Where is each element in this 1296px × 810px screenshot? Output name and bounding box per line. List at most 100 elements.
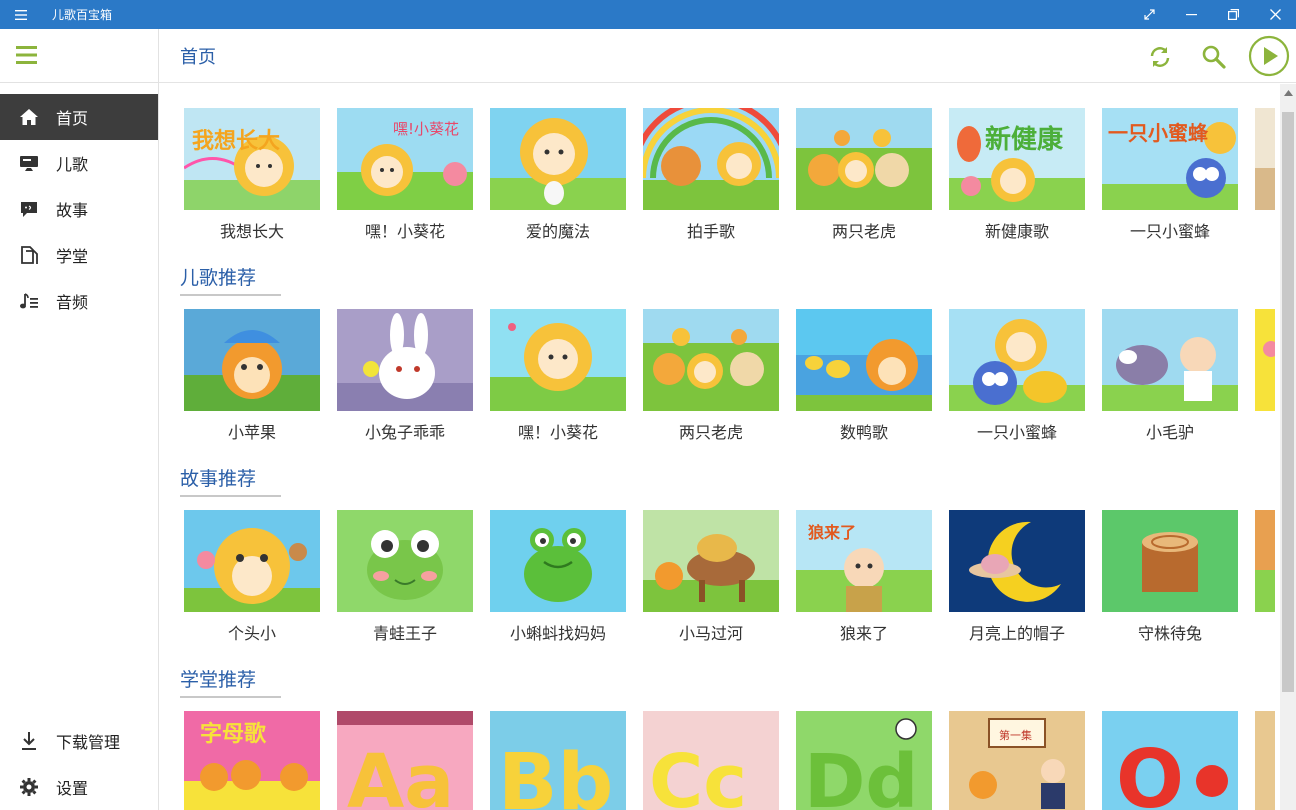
video-card[interactable]: 守株待兔 (1102, 510, 1238, 644)
video-thumbnail[interactable] (490, 108, 626, 210)
video-thumbnail[interactable] (1102, 309, 1238, 411)
video-card[interactable]: 一只小蜜蜂 (949, 309, 1085, 443)
video-card[interactable]: 狼来了 狼来了 (796, 510, 932, 644)
video-thumbnail[interactable] (1255, 510, 1275, 612)
video-card[interactable]: 小兔子乖乖 (337, 309, 473, 443)
video-card[interactable]: 第一集 (949, 711, 1085, 810)
video-card-partial[interactable] (1255, 309, 1275, 411)
sidebar-item-label: 设置 (56, 779, 89, 798)
video-thumbnail[interactable] (1102, 510, 1238, 612)
video-card[interactable]: 个头小 (184, 510, 320, 644)
video-thumbnail[interactable]: 新健康 (949, 108, 1085, 210)
video-card[interactable]: 小苹果 (184, 309, 320, 443)
video-card[interactable]: 数鸭歌 (796, 309, 932, 443)
video-thumbnail[interactable] (949, 309, 1085, 411)
fullscreen-icon[interactable] (1128, 0, 1170, 29)
video-card[interactable]: 小马过河 (643, 510, 779, 644)
video-card[interactable]: Dd (796, 711, 932, 810)
video-card[interactable]: 新健康 新健康歌 (949, 108, 1085, 242)
sidebar-item-songs[interactable]: 儿歌 (0, 140, 158, 186)
search-icon[interactable] (1200, 43, 1228, 71)
video-title: 嘿！小葵花 (364, 222, 445, 241)
video-thumbnail[interactable] (796, 108, 932, 210)
video-thumbnail[interactable]: 第一集 (949, 711, 1085, 810)
svg-text:Aa: Aa (347, 739, 454, 810)
video-title: 一只小蜜蜂 (976, 423, 1057, 442)
scroll-up-icon[interactable] (1280, 84, 1296, 102)
video-card[interactable]: 字母歌 (184, 711, 320, 810)
video-thumbnail[interactable]: 嘿!小葵花 (337, 108, 473, 210)
window-menu-icon[interactable] (0, 0, 42, 29)
video-card[interactable]: 爱的魔法 (490, 108, 626, 242)
scrollbar-thumb[interactable] (1282, 112, 1294, 692)
section-title-school: 学堂推荐 (180, 665, 281, 698)
video-thumbnail[interactable]: Dd (796, 711, 932, 810)
video-card[interactable]: Bb (490, 711, 626, 810)
video-thumbnail[interactable] (184, 510, 320, 612)
sidebar-item-school[interactable]: 学堂 (0, 232, 158, 278)
video-card-partial[interactable] (1255, 510, 1275, 612)
video-card[interactable]: 小毛驴 (1102, 309, 1238, 443)
video-thumbnail[interactable] (643, 309, 779, 411)
video-title: 新健康歌 (984, 222, 1049, 241)
video-card[interactable]: 两只老虎 (796, 108, 932, 242)
monitor-icon (18, 152, 40, 174)
video-thumbnail[interactable]: 字母歌 (184, 711, 320, 810)
video-thumbnail[interactable]: Bb (490, 711, 626, 810)
video-card[interactable]: 小蝌蚪找妈妈 (490, 510, 626, 644)
video-thumbnail[interactable]: 我想长大 (184, 108, 320, 210)
hamburger-icon[interactable] (16, 45, 38, 67)
restore-icon[interactable] (1212, 0, 1254, 29)
video-thumbnail[interactable] (643, 510, 779, 612)
video-thumbnail[interactable] (184, 309, 320, 411)
video-thumbnail[interactable] (796, 309, 932, 411)
video-card-partial[interactable] (1255, 711, 1275, 810)
svg-text:字母歌: 字母歌 (200, 721, 267, 747)
video-thumbnail[interactable]: O (1102, 711, 1238, 810)
video-card[interactable]: Cc (643, 711, 779, 810)
sidebar-item-stories[interactable]: 故事 (0, 186, 158, 232)
video-thumbnail[interactable] (1255, 711, 1275, 810)
minimize-icon[interactable] (1170, 0, 1212, 29)
video-title: 嘿！小葵花 (517, 423, 598, 442)
close-icon[interactable] (1254, 0, 1296, 29)
video-card[interactable]: 一只小蜜蜂 一只小蜜蜂 (1102, 108, 1238, 242)
video-thumbnail[interactable] (1255, 309, 1275, 411)
video-card[interactable]: O (1102, 711, 1238, 810)
video-title: 个头小 (227, 624, 276, 643)
video-thumbnail[interactable] (643, 108, 779, 210)
video-card[interactable]: 嘿!小葵花 嘿！小葵花 (337, 108, 473, 242)
video-card[interactable]: 嘿！小葵花 (490, 309, 626, 443)
play-icon[interactable] (1248, 35, 1290, 77)
video-thumbnail[interactable]: 一只小蜜蜂 (1102, 108, 1238, 210)
video-card[interactable]: 青蛙王子 (337, 510, 473, 644)
refresh-icon[interactable] (1146, 43, 1174, 71)
video-thumbnail[interactable] (949, 510, 1085, 612)
video-title: 数鸭歌 (839, 423, 888, 442)
video-title: 守株待兔 (1137, 624, 1202, 643)
sidebar-item-downloads[interactable]: 下载管理 (0, 718, 158, 764)
vertical-scrollbar[interactable] (1280, 84, 1296, 810)
video-title: 我想长大 (219, 222, 284, 241)
video-thumbnail[interactable]: 狼来了 (796, 510, 932, 612)
video-thumbnail[interactable]: Cc (643, 711, 779, 810)
video-thumbnail[interactable] (490, 510, 626, 612)
video-thumbnail[interactable] (337, 309, 473, 411)
sidebar-item-settings[interactable]: 设置 (0, 764, 158, 810)
video-card[interactable]: 月亮上的帽子 (949, 510, 1085, 644)
sidebar: 首页 儿歌 故事 学堂 音频 下载管理 设置 (0, 29, 159, 810)
video-card-partial[interactable] (1255, 108, 1275, 210)
svg-text:一只小蜜蜂: 一只小蜜蜂 (1108, 121, 1209, 145)
sidebar-item-label: 音频 (56, 293, 89, 312)
video-card[interactable]: Aa (337, 711, 473, 810)
video-card[interactable]: 两只老虎 (643, 309, 779, 443)
video-thumbnail[interactable]: Aa (337, 711, 473, 810)
sidebar-item-home[interactable]: 首页 (0, 94, 158, 140)
video-thumbnail[interactable] (1255, 108, 1275, 210)
video-thumbnail[interactable] (337, 510, 473, 612)
sidebar-item-audio[interactable]: 音频 (0, 278, 158, 324)
video-card[interactable]: 我想长大 我想长大 (184, 108, 320, 242)
video-card[interactable]: 拍手歌 (643, 108, 779, 242)
video-thumbnail[interactable] (490, 309, 626, 411)
book-icon (18, 244, 40, 266)
